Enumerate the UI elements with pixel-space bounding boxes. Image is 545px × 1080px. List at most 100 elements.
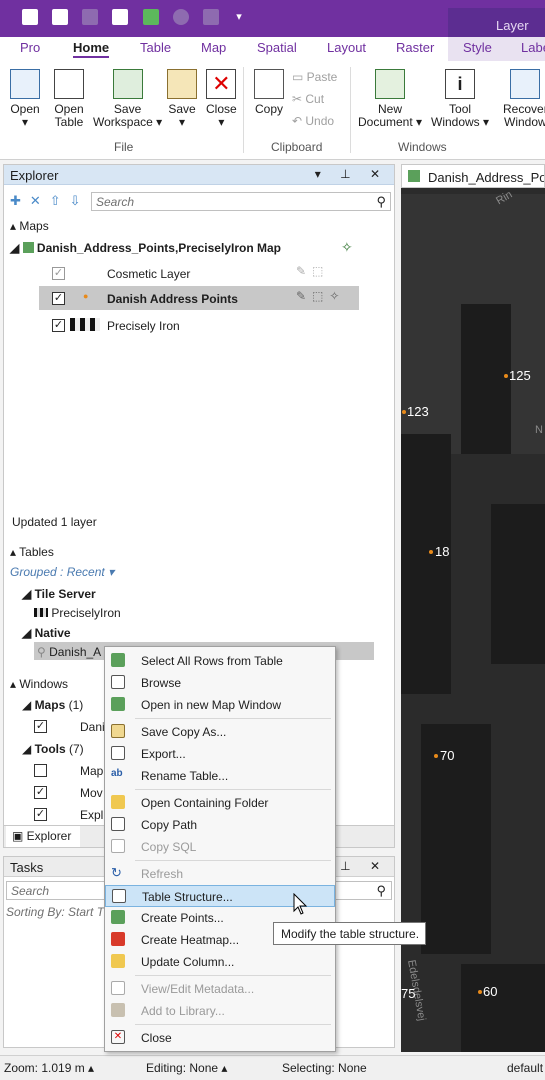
group-separator (243, 67, 244, 153)
mouse-cursor-icon (293, 893, 308, 915)
rename-icon: ab (111, 768, 123, 779)
layer-edit-icons[interactable]: ✎⬚ (296, 264, 329, 278)
tool-checkbox-3[interactable]: ✓ (34, 808, 47, 821)
close-button[interactable]: ✕ Close ▾ (206, 69, 237, 129)
native-table-item[interactable]: ⚲ Danish_A (37, 645, 101, 659)
map-node[interactable]: ◢ Danish_Address_Points,PreciselyIron Ma… (10, 241, 281, 255)
new-document-button[interactable]: New Document ▾ (358, 69, 422, 129)
address-point[interactable] (434, 754, 438, 758)
address-points-checkbox[interactable]: ✓ (52, 292, 65, 305)
save-icon[interactable] (143, 9, 159, 25)
editing-status[interactable]: Editing: None ▴ (146, 1061, 227, 1075)
map-window[interactable]: Danish_Address_Poi Rin N Edelsdelsvej 12… (401, 164, 545, 1052)
building (401, 434, 451, 694)
tab-table[interactable]: Table (140, 40, 171, 55)
tables-header[interactable]: ▴ Tables (10, 545, 54, 559)
tab-label[interactable]: Label (521, 40, 545, 55)
map-icon (22, 242, 34, 253)
menu-rename-table[interactable]: ab Rename Table... (105, 765, 335, 787)
save-copy-icon (111, 724, 125, 738)
status-bar: Zoom: 1.019 m ▴ Editing: None ▴ Selectin… (0, 1055, 545, 1080)
create-points-icon (111, 910, 125, 924)
tasks-title: Tasks (10, 860, 44, 875)
tile-table-icon (34, 608, 48, 617)
map-properties-icon[interactable]: ✧ (341, 239, 353, 256)
cut-button: ✂ Cut (292, 92, 325, 106)
maps-window-group[interactable]: ◢ Maps (1) (22, 698, 83, 712)
open-table-button[interactable]: Open Table (54, 69, 84, 129)
tab-map[interactable]: Map (201, 40, 226, 55)
cosmetic-layer-checkbox[interactable]: ✓ (52, 267, 65, 280)
layer-control-icon (203, 9, 219, 25)
menu-copy-path[interactable]: Copy Path (105, 814, 335, 836)
panel-controls[interactable]: ▾ ⊥ ✕ (315, 167, 388, 181)
save-workspace-button[interactable]: Save Workspace ▾ (93, 69, 162, 129)
explorer-bottom-tab[interactable]: ▣ Explorer (6, 826, 80, 847)
open-workspace-icon[interactable] (52, 9, 68, 25)
point-table-icon: ⚲ (37, 645, 46, 659)
map-window-item[interactable]: Dani (80, 720, 105, 734)
tab-layout[interactable]: Layout (327, 40, 366, 55)
tool-item-1[interactable]: Map (80, 764, 103, 778)
tab-pro[interactable]: Pro (20, 40, 40, 55)
open-button[interactable]: Open ▾ (10, 69, 40, 129)
layer-tool-icons[interactable]: ✎⬚✧ (296, 289, 345, 303)
close-all-icon[interactable] (112, 9, 128, 25)
menu-select-all-rows[interactable]: Select All Rows from Table (105, 650, 335, 672)
address-point[interactable] (429, 550, 433, 554)
menu-update-column[interactable]: Update Column... (105, 951, 335, 973)
map-window-checkbox[interactable]: ✓ (34, 720, 47, 733)
address-points-label[interactable]: Danish Address Points (107, 292, 238, 306)
tools-window-group[interactable]: ◢ Tools (7) (22, 742, 84, 756)
tool-item-2[interactable]: Mov (80, 786, 103, 800)
tab-raster[interactable]: Raster (396, 40, 434, 55)
address-point[interactable] (504, 374, 508, 378)
menu-export[interactable]: Export... (105, 743, 335, 765)
address-point[interactable] (478, 990, 482, 994)
menu-open-map-window[interactable]: Open in new Map Window (105, 694, 335, 716)
precisely-iron-label[interactable]: Precisely Iron (107, 319, 180, 333)
copy-button[interactable]: Copy (254, 69, 284, 116)
tool-item-3[interactable]: Expl (80, 808, 103, 822)
tile-server-group[interactable]: ◢ Tile Server (22, 587, 96, 601)
address-label: 125 (509, 368, 531, 383)
menu-separator (135, 860, 331, 861)
precisely-iron-checkbox[interactable]: ✓ (52, 319, 65, 332)
menu-save-copy-as[interactable]: Save Copy As... (105, 721, 335, 743)
grouped-dropdown[interactable]: Grouped : Recent ▾ (10, 565, 114, 579)
windows-header[interactable]: ▴ Windows (10, 677, 68, 691)
default-status: default (507, 1061, 544, 1075)
tool-windows-button[interactable]: i Tool Windows ▾ (431, 69, 489, 129)
menu-close[interactable]: ✕ Close (105, 1027, 335, 1049)
tasks-sorting[interactable]: Sorting By: Start Ti (6, 905, 107, 919)
new-workspace-icon[interactable] (22, 9, 38, 25)
tab-home[interactable]: Home (73, 40, 110, 58)
precisely-iron-table[interactable]: PreciselyIron (34, 606, 121, 620)
recover-window-button[interactable]: Recover Window (503, 69, 545, 129)
tab-style[interactable]: Style (463, 40, 492, 55)
menu-open-containing-folder[interactable]: Open Containing Folder (105, 792, 335, 814)
maps-header[interactable]: ▴ Maps (10, 219, 49, 233)
customize-qat-icon[interactable]: ▾ (231, 9, 247, 25)
tool-checkbox-1[interactable] (34, 764, 47, 777)
address-point[interactable] (402, 410, 406, 414)
cosmetic-layer-label[interactable]: Cosmetic Layer (107, 267, 190, 281)
group-label-windows: Windows (398, 140, 447, 154)
tab-spatial[interactable]: Spatial (257, 40, 297, 55)
zoom-status[interactable]: Zoom: 1.019 m ▴ (4, 1061, 94, 1075)
map-window-tab[interactable]: Danish_Address_Poi (401, 164, 545, 188)
tool-checkbox-2[interactable]: ✓ (34, 786, 47, 799)
native-group[interactable]: ◢ Native (22, 626, 71, 640)
menu-browse[interactable]: Browse (105, 672, 335, 694)
selecting-status[interactable]: Selecting: None (282, 1061, 367, 1075)
tasks-search-icon[interactable]: ⚲ (376, 883, 386, 899)
map-tab-icon (408, 170, 420, 182)
explorer-search-input[interactable]: Search (91, 192, 391, 211)
building (461, 304, 511, 454)
copy-path-icon (111, 817, 125, 831)
close-table-icon: ✕ (111, 1030, 125, 1044)
save-button[interactable]: Save ▾ (167, 69, 197, 129)
search-icon[interactable]: ⚲ (376, 194, 386, 210)
explorer-toolbar[interactable]: ✚✕⇧⇩ (10, 193, 90, 209)
tooltip: Modify the table structure. (273, 922, 426, 945)
